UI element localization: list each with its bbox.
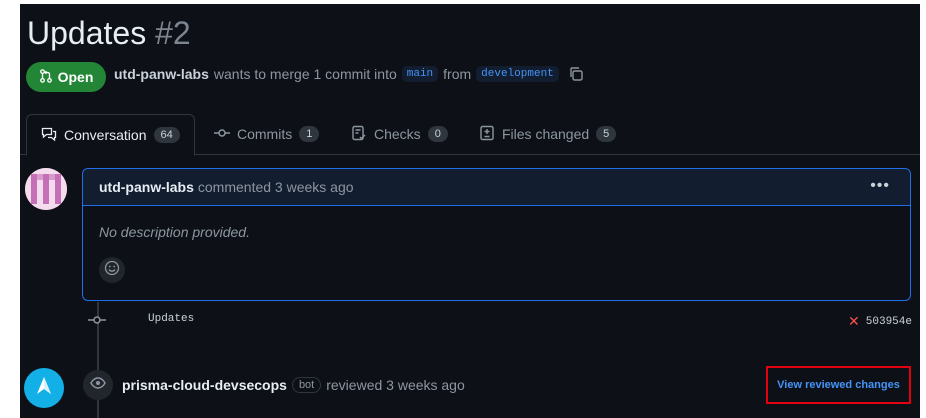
avatar[interactable] [24, 368, 64, 408]
copy-icon[interactable] [568, 66, 584, 82]
avatar[interactable] [25, 168, 67, 210]
tab-label: Commits [237, 126, 293, 142]
comment-card: utd-panw-labs commented 3 weeks ago ••• … [82, 168, 911, 301]
comment-discussion-icon [41, 126, 57, 145]
pr-number: #2 [155, 15, 191, 51]
pull-request-page: Updates #2 Open utd-panw-labs wants to m… [20, 4, 920, 418]
tab-counter: 64 [153, 127, 180, 143]
tab-label: Checks [374, 126, 421, 142]
eye-icon [90, 375, 106, 396]
status-label: Open [57, 69, 94, 85]
timeline-commit-row: Updates ✕ 503954e [82, 310, 912, 330]
status-badge: Open [26, 62, 106, 92]
head-branch[interactable]: development [476, 66, 559, 82]
tab-counter: 5 [596, 126, 617, 142]
failure-x-icon[interactable]: ✕ [848, 313, 860, 330]
view-reviewed-changes-link[interactable]: View reviewed changes [766, 366, 911, 404]
tab-commits[interactable]: Commits 1 [214, 114, 320, 154]
tab-label: Conversation [64, 127, 147, 143]
tab-conversation[interactable]: Conversation 64 [26, 114, 195, 156]
tab-counter: 1 [299, 126, 320, 142]
pr-title: Updates [27, 15, 147, 51]
bot-label: bot [291, 377, 322, 393]
commit-message-link[interactable]: Updates [148, 313, 194, 325]
tab-counter: 0 [427, 126, 448, 142]
comment-body: No description provided. [99, 224, 250, 240]
merge-text: wants to merge 1 commit into [213, 66, 397, 82]
prisma-cloud-logo-icon [33, 375, 55, 402]
review-badge [83, 370, 113, 400]
smiley-icon [104, 260, 120, 281]
tab-checks[interactable]: Checks 0 [351, 114, 448, 154]
base-branch[interactable]: main [401, 66, 439, 82]
commit-status: ✕ 503954e [848, 313, 912, 330]
commit-sha-link[interactable]: 503954e [866, 316, 912, 328]
git-commit-icon [88, 313, 106, 332]
merge-summary: utd-panw-labs wants to merge 1 commit in… [114, 66, 584, 82]
file-diff-icon [479, 125, 495, 144]
page-title: Updates #2 [27, 15, 191, 52]
comment-timestamp[interactable]: commented 3 weeks ago [198, 179, 354, 195]
git-commit-icon [214, 125, 230, 144]
review-event: prisma-cloud-devsecops bot reviewed 3 we… [122, 377, 465, 393]
git-pull-request-icon [39, 68, 53, 86]
tab-label: Files changed [502, 126, 590, 142]
tab-files-changed[interactable]: Files changed 5 [479, 114, 617, 154]
add-reaction-button[interactable] [99, 257, 125, 283]
from-text: from [443, 66, 472, 82]
reviewer-author-link[interactable]: prisma-cloud-devsecops [122, 377, 287, 393]
review-timestamp[interactable]: reviewed 3 weeks ago [326, 377, 465, 393]
pr-tabs: Conversation 64 Commits 1 Checks 0 Files… [20, 114, 920, 156]
checklist-icon [351, 125, 367, 144]
comment-header: utd-panw-labs commented 3 weeks ago ••• [83, 169, 910, 206]
more-options-button[interactable]: ••• [870, 177, 890, 195]
pr-author-link[interactable]: utd-panw-labs [114, 66, 209, 82]
view-reviewed-changes-label: View reviewed changes [777, 379, 900, 391]
comment-author-link[interactable]: utd-panw-labs [99, 179, 194, 195]
